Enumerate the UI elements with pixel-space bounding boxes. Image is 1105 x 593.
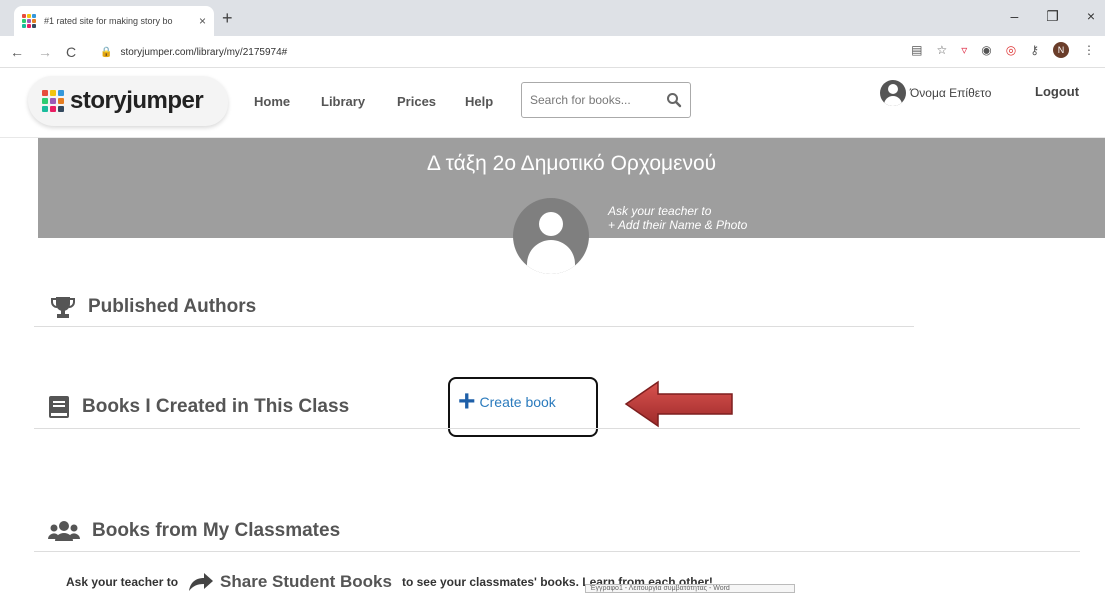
- close-window-button[interactable]: ×: [1087, 8, 1095, 25]
- extension-circle-icon[interactable]: ◉: [981, 43, 991, 57]
- search-input[interactable]: Search for books...: [521, 82, 691, 118]
- taskbar-tooltip: Έγγραφο1 - Λειτουργία συμβατότητας - Wor…: [585, 584, 795, 593]
- browser-tab-bar: #1 rated site for making story bo × + – …: [0, 0, 1105, 36]
- create-book-button[interactable]: + Create book: [458, 385, 556, 418]
- user-avatar-icon: [880, 80, 906, 106]
- book-icon: [49, 396, 69, 418]
- published-authors-header: Published Authors: [50, 294, 256, 320]
- key-icon[interactable]: ⚷: [1030, 43, 1039, 57]
- storyjumper-logo[interactable]: storyjumper: [28, 76, 228, 126]
- classmates-title: Books from My Classmates: [92, 520, 341, 541]
- window-controls: – ❐ ×: [1010, 8, 1095, 25]
- books-created-title: Books I Created in This Class: [82, 396, 350, 417]
- menu-dots-icon[interactable]: ⋮: [1083, 43, 1095, 57]
- plus-icon: +: [458, 385, 476, 418]
- users-icon: [48, 521, 80, 541]
- translate-icon[interactable]: ▤: [911, 43, 922, 57]
- nav-help[interactable]: Help: [465, 94, 493, 109]
- books-created-header: Books I Created in This Class: [48, 395, 349, 419]
- profile-avatar[interactable]: N: [1053, 42, 1069, 58]
- tab-title: #1 rated site for making story bo: [44, 16, 173, 26]
- extension-icons: ▤ ☆ ▿ ◉ ◎ ⚷ N ⋮: [911, 42, 1095, 58]
- add-name-photo-link[interactable]: + Add their Name & Photo: [608, 218, 747, 232]
- nav-library[interactable]: Library: [321, 94, 365, 109]
- logo-dots-icon: [42, 90, 64, 112]
- new-tab-button[interactable]: +: [222, 8, 233, 29]
- user-menu[interactable]: Όνομα Επίθετο: [880, 80, 991, 106]
- red-arrow-icon: [624, 380, 733, 428]
- search-icon[interactable]: [666, 92, 682, 108]
- nav-prices[interactable]: Prices: [397, 94, 436, 109]
- nav-home[interactable]: Home: [254, 94, 290, 109]
- divider: [34, 551, 1080, 552]
- reload-button[interactable]: C: [66, 44, 76, 60]
- extension-badge-icon[interactable]: ◎: [1006, 43, 1016, 57]
- user-name: Όνομα Επίθετο: [910, 86, 992, 100]
- classmates-header: Books from My Classmates: [48, 519, 340, 543]
- restore-button[interactable]: ❐: [1046, 8, 1059, 25]
- forward-button[interactable]: →: [38, 44, 52, 60]
- pocket-icon[interactable]: ▿: [961, 43, 967, 57]
- back-button[interactable]: ←: [10, 44, 24, 60]
- minimize-button[interactable]: –: [1010, 8, 1018, 25]
- url-input[interactable]: 🔒 storyjumper.com/library/my/2175974#: [100, 40, 880, 64]
- tab-close-icon[interactable]: ×: [199, 14, 206, 28]
- logout-link[interactable]: Logout: [1035, 84, 1079, 99]
- teacher-hint-line1: Ask your teacher to: [608, 204, 712, 218]
- logo-text: storyjumper: [70, 87, 204, 114]
- trophy-icon: [51, 297, 75, 318]
- class-title: Δ τάξη 2ο Δημοτικό Ορχομενού: [426, 152, 717, 175]
- published-authors-title: Published Authors: [88, 296, 257, 317]
- browser-tab[interactable]: #1 rated site for making story bo ×: [14, 6, 214, 36]
- teacher-hint: Ask your teacher to + Add their Name & P…: [608, 204, 747, 232]
- divider: [34, 326, 914, 327]
- share-student-books-label: Share Student Books: [220, 572, 392, 591]
- storyjumper-favicon-icon: [22, 14, 36, 28]
- share-prefix: Ask your teacher to: [66, 575, 179, 589]
- lock-icon: 🔒: [100, 46, 113, 58]
- share-arrow-icon: [189, 573, 214, 591]
- search-placeholder: Search for books...: [530, 93, 631, 107]
- url-text: storyjumper.com/library/my/2175974#: [120, 46, 288, 58]
- divider: [34, 428, 1080, 429]
- site-header: storyjumper Home Library Prices Help Sea…: [0, 68, 1105, 138]
- browser-address-bar: ← → C 🔒 storyjumper.com/library/my/21759…: [0, 36, 1105, 68]
- bookmark-star-icon[interactable]: ☆: [936, 43, 947, 57]
- create-book-label: Create book: [479, 394, 556, 410]
- class-avatar-icon: [513, 198, 589, 274]
